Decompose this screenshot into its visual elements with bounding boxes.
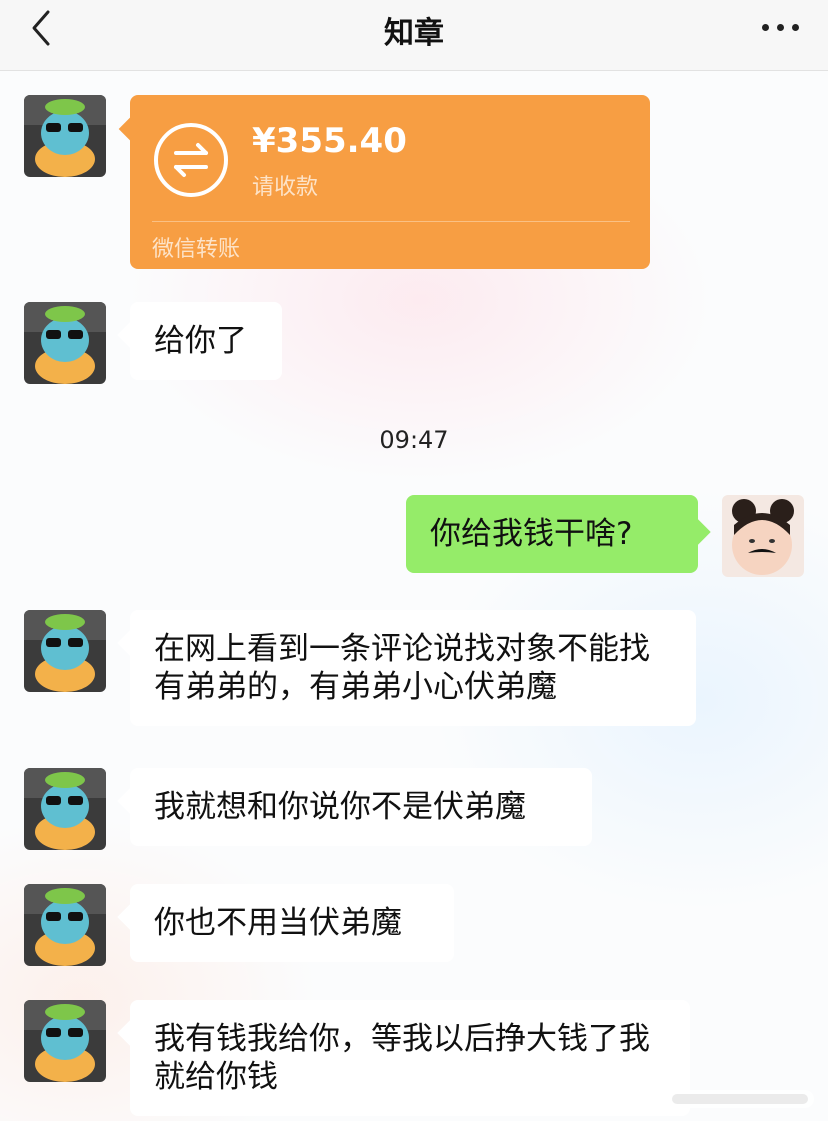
more-dot-icon	[762, 24, 769, 31]
chat-title: 知章	[384, 16, 444, 51]
message-bubble: 在网上看到一条评论说找对象不能找有弟弟的，有弟弟小心伏弟魔	[130, 610, 696, 726]
transfer-status: 请收款	[252, 175, 319, 200]
message-bubble-outgoing: 你给我钱干啥?	[406, 495, 698, 573]
transfer-amount: ¥355.40	[252, 121, 407, 161]
more-options-button[interactable]	[762, 18, 802, 38]
message-bubble: 我有钱我给你，等我以后挣大钱了我就给你钱	[130, 1000, 690, 1116]
contact-avatar[interactable]	[24, 768, 106, 850]
contact-avatar[interactable]	[24, 884, 106, 966]
more-dot-icon	[777, 24, 784, 31]
user-avatar[interactable]	[722, 495, 804, 577]
contact-avatar[interactable]	[24, 610, 106, 692]
timestamp: 09:47	[379, 426, 449, 454]
contact-avatar[interactable]	[24, 302, 106, 384]
transfer-footer: 微信转账	[152, 237, 241, 262]
divider	[152, 221, 630, 222]
contact-avatar[interactable]	[24, 1000, 106, 1082]
chat-header: 知章	[0, 0, 828, 71]
transfer-icon	[154, 123, 228, 197]
contact-avatar[interactable]	[24, 95, 106, 177]
more-dot-icon	[792, 24, 799, 31]
message-bubble: 你也不用当伏弟魔	[130, 884, 454, 962]
watermark-logo-icon	[666, 1090, 814, 1108]
message-bubble: 我就想和你说你不是伏弟魔	[130, 768, 592, 846]
transfer-card[interactable]: ¥355.40 请收款 微信转账	[130, 95, 650, 269]
message-bubble: 给你了	[130, 302, 282, 380]
